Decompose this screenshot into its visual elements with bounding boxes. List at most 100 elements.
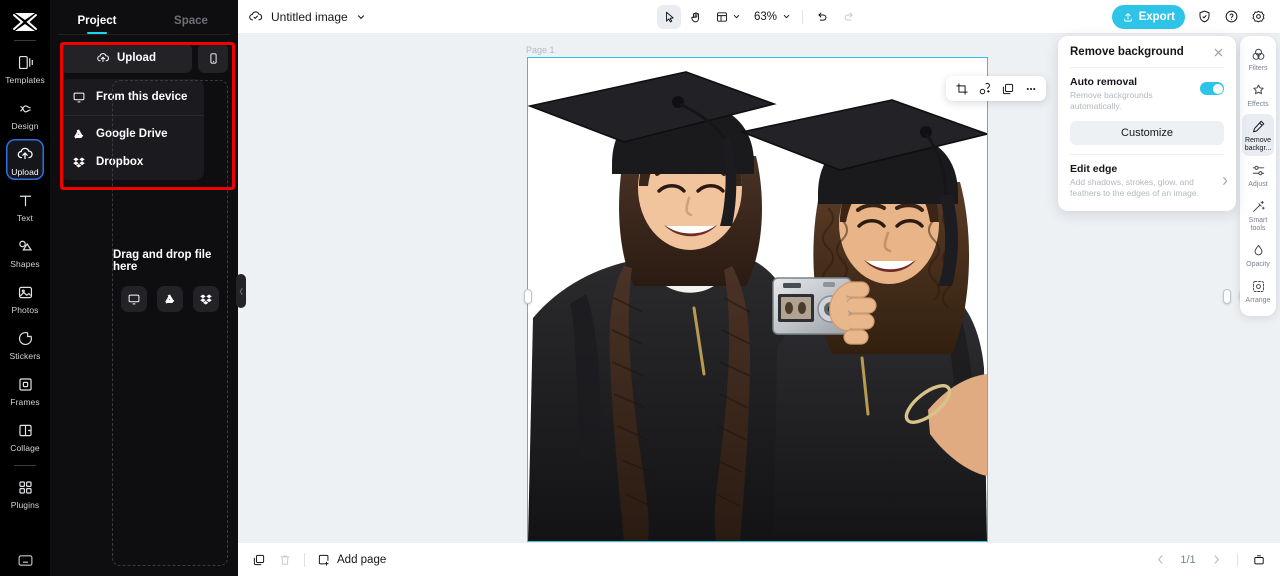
- artboard[interactable]: [528, 58, 987, 541]
- shield-icon[interactable]: [1192, 5, 1216, 29]
- tool-adjust[interactable]: Adjust: [1242, 158, 1274, 192]
- panel-tabs: Project Space: [50, 0, 238, 34]
- export-button-label: Export: [1138, 10, 1175, 23]
- rail-item-templates[interactable]: Templates: [5, 47, 45, 88]
- tool-filters[interactable]: Filters: [1242, 42, 1274, 76]
- rail-divider-top: [14, 40, 36, 41]
- export-icon: [1122, 11, 1134, 23]
- duplicate-page-button[interactable]: [248, 549, 270, 571]
- app-root: Templates Design Upload Text Shapes Phot…: [0, 0, 1280, 576]
- edit-edge-row[interactable]: Edit edge Add shadows, strokes, glow, an…: [1070, 163, 1228, 199]
- rail-divider-bottom: [14, 465, 36, 466]
- rail-item-upload[interactable]: Upload: [6, 139, 44, 180]
- frames-icon: [15, 374, 35, 394]
- rail-label-design: Design: [11, 121, 39, 131]
- right-tool-rail: Filters Effects Remove backgr... Adjust …: [1240, 36, 1276, 316]
- customize-button[interactable]: Customize: [1070, 121, 1224, 145]
- monitor-icon[interactable]: [121, 286, 147, 312]
- rail-item-plugins[interactable]: Plugins: [6, 472, 44, 513]
- keyboard-shortcuts-icon[interactable]: [0, 553, 50, 568]
- crop-button[interactable]: [951, 78, 972, 99]
- rail-label-templates: Templates: [5, 75, 45, 85]
- dropbox-icon[interactable]: [193, 286, 219, 312]
- tool-label-remove-background: Remove backgr...: [1244, 137, 1272, 152]
- rail-item-collage[interactable]: Collage: [6, 415, 44, 456]
- redo-button[interactable]: [837, 5, 861, 29]
- rail-item-design[interactable]: Design: [6, 93, 44, 134]
- google-drive-icon[interactable]: [157, 286, 183, 312]
- tool-smart-tools[interactable]: Smart tools: [1242, 194, 1274, 236]
- dropbox-icon: [72, 155, 86, 169]
- bottom-toolbar: Add page 1/1: [238, 542, 1280, 576]
- rail-label-text: Text: [17, 213, 33, 223]
- mobile-phone-icon[interactable]: [198, 43, 228, 73]
- pages-panel-button[interactable]: [1248, 549, 1270, 571]
- resize-handle-right[interactable]: [1223, 289, 1231, 304]
- add-page-button[interactable]: Add page: [313, 549, 390, 571]
- more-button[interactable]: [1020, 78, 1041, 99]
- document-name[interactable]: Untitled image: [248, 9, 366, 24]
- zoom-control[interactable]: 63%: [748, 5, 795, 29]
- edit-edge-description: Add shadows, strokes, glow, and feathers…: [1070, 177, 1200, 198]
- panel-collapse-handle[interactable]: [236, 274, 246, 308]
- upload-button[interactable]: Upload: [60, 43, 192, 73]
- rail-item-text[interactable]: Text: [6, 185, 44, 226]
- tab-space[interactable]: Space: [144, 15, 238, 34]
- tool-label-filters: Filters: [1248, 65, 1268, 72]
- topbar-right-group: Export: [1111, 4, 1270, 29]
- graduates-selfie-image[interactable]: [528, 58, 987, 541]
- select-tool-button[interactable]: [656, 4, 681, 29]
- design-icon: [15, 98, 35, 118]
- cutout-button[interactable]: [974, 78, 995, 99]
- rail-label-plugins: Plugins: [10, 500, 40, 510]
- export-button[interactable]: Export: [1111, 4, 1185, 29]
- tool-label-adjust: Adjust: [1248, 181, 1268, 188]
- edit-edge-label: Edit edge: [1070, 163, 1118, 175]
- left-rail: Templates Design Upload Text Shapes Phot…: [0, 0, 50, 576]
- remove-bg-divider-2: [1070, 154, 1224, 155]
- prev-page-button[interactable]: [1149, 549, 1171, 571]
- rail-item-frames[interactable]: Frames: [6, 369, 44, 410]
- next-page-button[interactable]: [1205, 549, 1227, 571]
- upload-cloud-icon: [96, 51, 110, 65]
- tool-arrange[interactable]: Arrange: [1242, 274, 1274, 308]
- rail-item-stickers[interactable]: Stickers: [6, 323, 44, 364]
- image-float-toolbar: [946, 76, 1046, 101]
- add-page-label: Add page: [337, 553, 387, 566]
- top-toolbar: Untitled image 63% Export: [238, 0, 1280, 34]
- upload-button-label: Upload: [117, 52, 156, 64]
- upload-dropzone[interactable]: Drag and drop file here: [112, 80, 228, 566]
- help-icon[interactable]: [1219, 5, 1243, 29]
- remove-bg-title: Remove background: [1070, 46, 1184, 58]
- tool-opacity[interactable]: Opacity: [1242, 238, 1274, 272]
- rail-label-frames: Frames: [10, 397, 40, 407]
- rail-item-photos[interactable]: Photos: [6, 277, 44, 318]
- rail-item-shapes[interactable]: Shapes: [6, 231, 44, 272]
- tool-remove-background[interactable]: Remove backgr...: [1242, 114, 1274, 156]
- filters-icon: [1250, 46, 1267, 63]
- google-drive-icon: [72, 127, 86, 141]
- page-navigation: 1/1: [1149, 549, 1270, 571]
- remove-bg-icon: [1250, 118, 1267, 135]
- chevron-down-icon: [782, 12, 791, 21]
- photos-icon: [15, 282, 35, 302]
- hand-tool-button[interactable]: [684, 5, 708, 29]
- delete-page-button[interactable]: [274, 549, 296, 571]
- tool-effects[interactable]: Effects: [1242, 78, 1274, 112]
- templates-icon: [15, 52, 35, 72]
- text-icon: [15, 190, 35, 210]
- auto-removal-toggle[interactable]: [1200, 82, 1224, 95]
- page-indicator: 1/1: [1180, 553, 1196, 566]
- settings-gear-icon[interactable]: [1246, 5, 1270, 29]
- close-icon[interactable]: [1213, 47, 1224, 58]
- capcut-logo-icon[interactable]: [8, 8, 42, 36]
- remove-bg-divider-1: [1070, 67, 1224, 68]
- tab-project[interactable]: Project: [50, 15, 144, 34]
- resize-handle-left[interactable]: [524, 289, 532, 304]
- undo-button[interactable]: [810, 5, 834, 29]
- auto-removal-label: Auto removal: [1070, 76, 1138, 88]
- layout-tool-button[interactable]: [711, 5, 745, 29]
- toolbar-divider: [802, 9, 804, 24]
- adjust-icon: [1250, 162, 1267, 179]
- duplicate-button[interactable]: [997, 78, 1018, 99]
